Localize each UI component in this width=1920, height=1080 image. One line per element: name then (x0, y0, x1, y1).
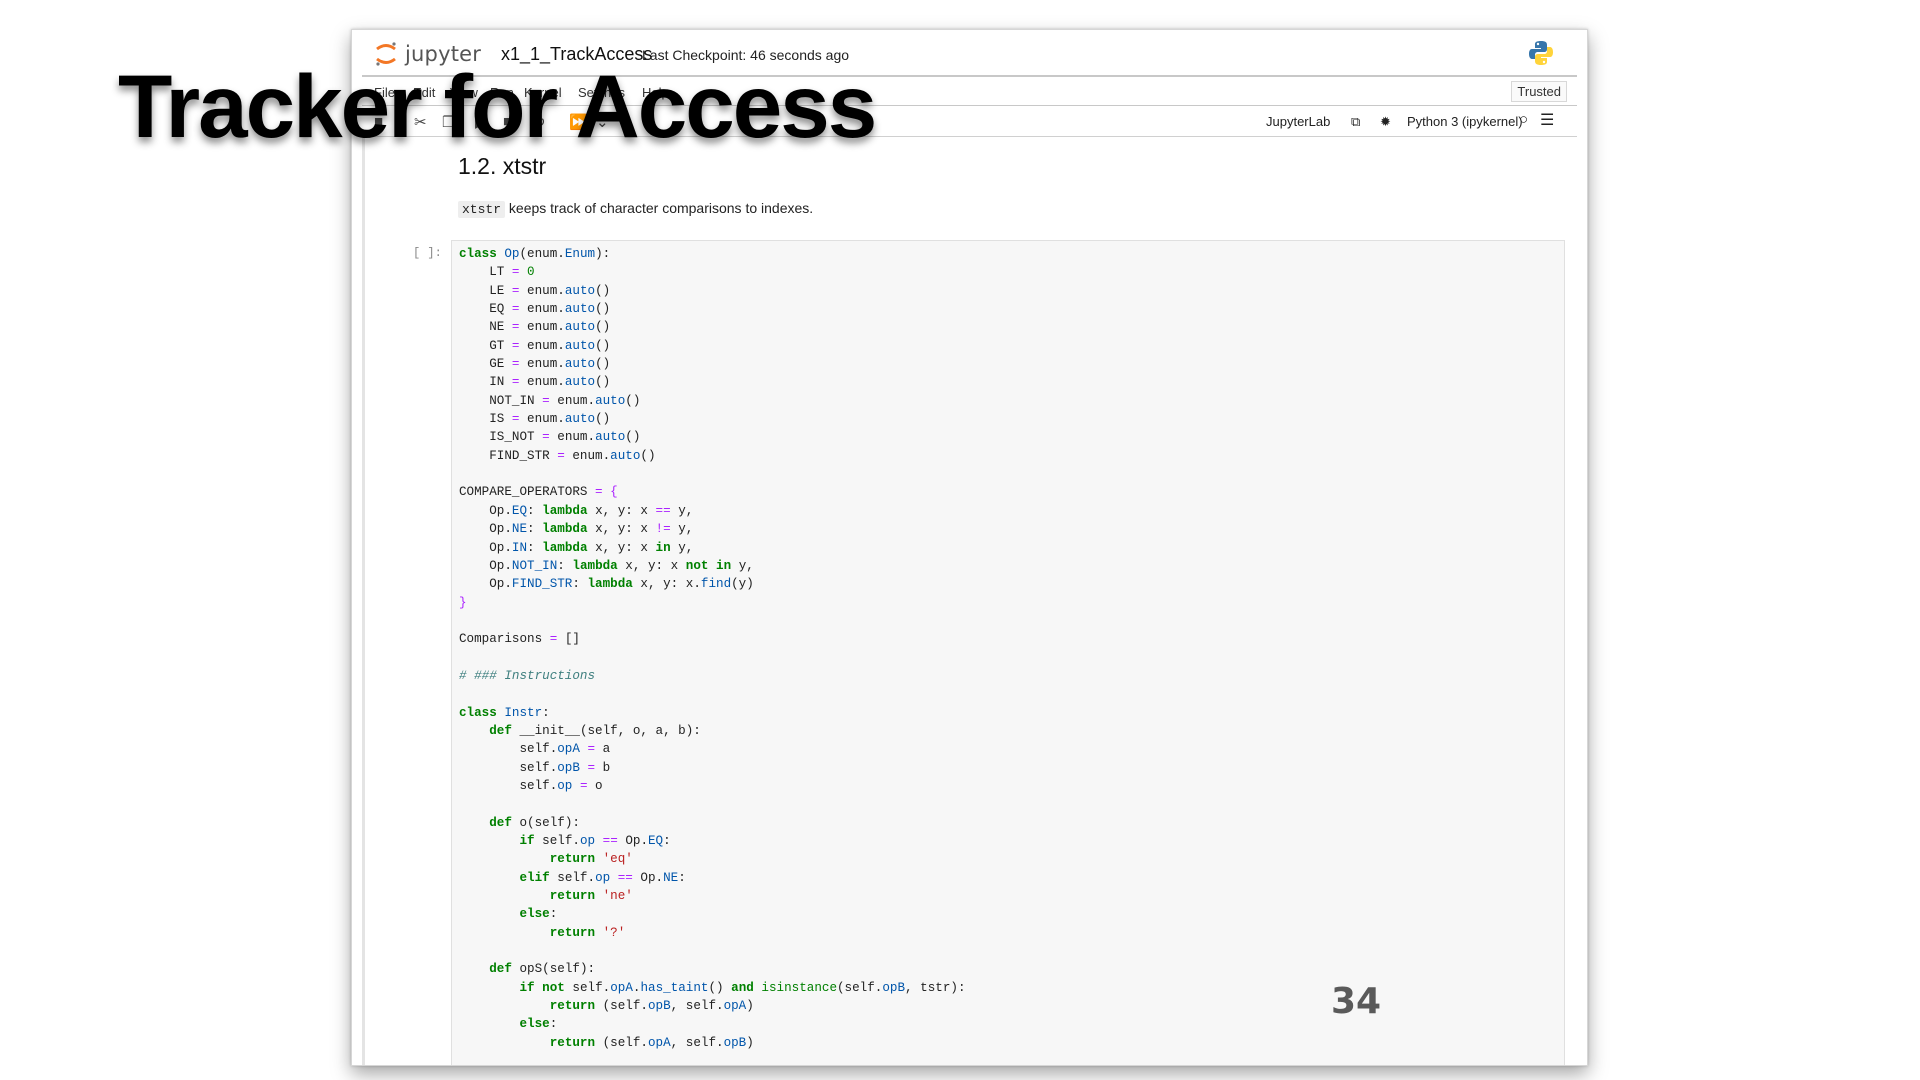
code-line: return (self.opB, self.opA) (549, 999, 754, 1014)
code-line: self.op = o (459, 778, 603, 793)
python-logo-icon (1527, 39, 1555, 67)
code-line: def o(self): (489, 815, 580, 830)
notebook-window: jupyter x1_1_TrackAccess Last Checkpoint… (362, 30, 1577, 1065)
menu-icon[interactable]: ☰ (1540, 110, 1554, 130)
code-line: else: (519, 907, 558, 922)
page-number: 34 (1331, 981, 1382, 1022)
cell-prompt: [ ]: (413, 246, 442, 260)
code-line: Op.NOT_IN: lambda x, y: x not in y, (459, 558, 754, 573)
code-line: LT = 0 (459, 265, 535, 280)
code-line: return '?' (549, 925, 626, 940)
code-line: Op.EQ: lambda x, y: x == y, (459, 503, 694, 518)
kernel-status-icon: ○ (1519, 111, 1529, 128)
code-line: IS = enum.auto() (459, 412, 611, 427)
code-line: IS_NOT = enum.auto() (459, 430, 641, 445)
code-line: def opS(self): (489, 962, 596, 977)
code-line: Op.FIND_STR: lambda x, y: x.find(y) (459, 577, 754, 592)
inline-code: xtstr (458, 201, 506, 218)
debugger-icon[interactable]: ✹ (1380, 114, 1391, 130)
code-line: EQ = enum.auto() (459, 302, 611, 317)
code-cell[interactable]: class Op(enum.Enum): LT = 0 LE = enum.au… (451, 240, 1565, 1065)
code-line: elif self.op == Op.NE: (519, 870, 686, 885)
kernel-name[interactable]: Python 3 (ipykernel) (1407, 114, 1523, 129)
code-line: return (self.opA, self.opB) (549, 1035, 754, 1050)
jupyterlab-link[interactable]: JupyterLab (1266, 114, 1330, 129)
trusted-badge[interactable]: Trusted (1511, 81, 1567, 102)
code-line: self.opB = b (459, 760, 611, 775)
code-line: IN = enum.auto() (459, 375, 611, 390)
code-line: COMPARE_OPERATORS = { (459, 485, 618, 500)
code-line: return 'eq' (549, 852, 633, 867)
notebook-left-rail (362, 136, 365, 1065)
code-line: if not self.opA.has_taint() and isinstan… (519, 980, 966, 995)
code-line: NE = enum.auto() (459, 320, 611, 335)
code-line: } (459, 595, 467, 610)
paragraph-text: keeps track of character comparisons to … (508, 200, 814, 216)
slide-title: Tracker for Access (118, 56, 877, 156)
code-line: NOT_IN = enum.auto() (459, 393, 641, 408)
external-link-icon: ⧉ (1351, 114, 1361, 129)
code-line: Op.IN: lambda x, y: x in y, (459, 540, 694, 555)
code-line: GT = enum.auto() (459, 338, 611, 353)
section-heading: 1.2. xtstr (458, 153, 547, 179)
notebook-screenshot: jupyter x1_1_TrackAccess Last Checkpoint… (351, 29, 1588, 1066)
code-line: return 'ne' (549, 889, 633, 904)
code-line: Comparisons = [] (459, 632, 580, 647)
code-line: GE = enum.auto() (459, 357, 611, 372)
code-line: def __init__(self, o, a, b): (489, 723, 701, 738)
code-editor[interactable]: class Op(enum.Enum): LT = 0 LE = enum.au… (459, 245, 966, 1052)
code-line: class Op(enum.Enum): (459, 247, 611, 261)
code-line: LE = enum.auto() (459, 283, 611, 298)
code-line: # ### Instructions (459, 668, 596, 683)
code-line: if self.op == Op.EQ: (519, 834, 671, 848)
code-line: class Instr: (459, 705, 550, 720)
code-line: Op.NE: lambda x, y: x != y, (459, 522, 694, 537)
code-line: self.opA = a (459, 742, 611, 757)
markdown-paragraph: xtstr keeps track of character compariso… (458, 200, 814, 218)
code-line: FIND_STR = enum.auto() (459, 448, 656, 463)
code-line: else: (519, 1017, 558, 1032)
